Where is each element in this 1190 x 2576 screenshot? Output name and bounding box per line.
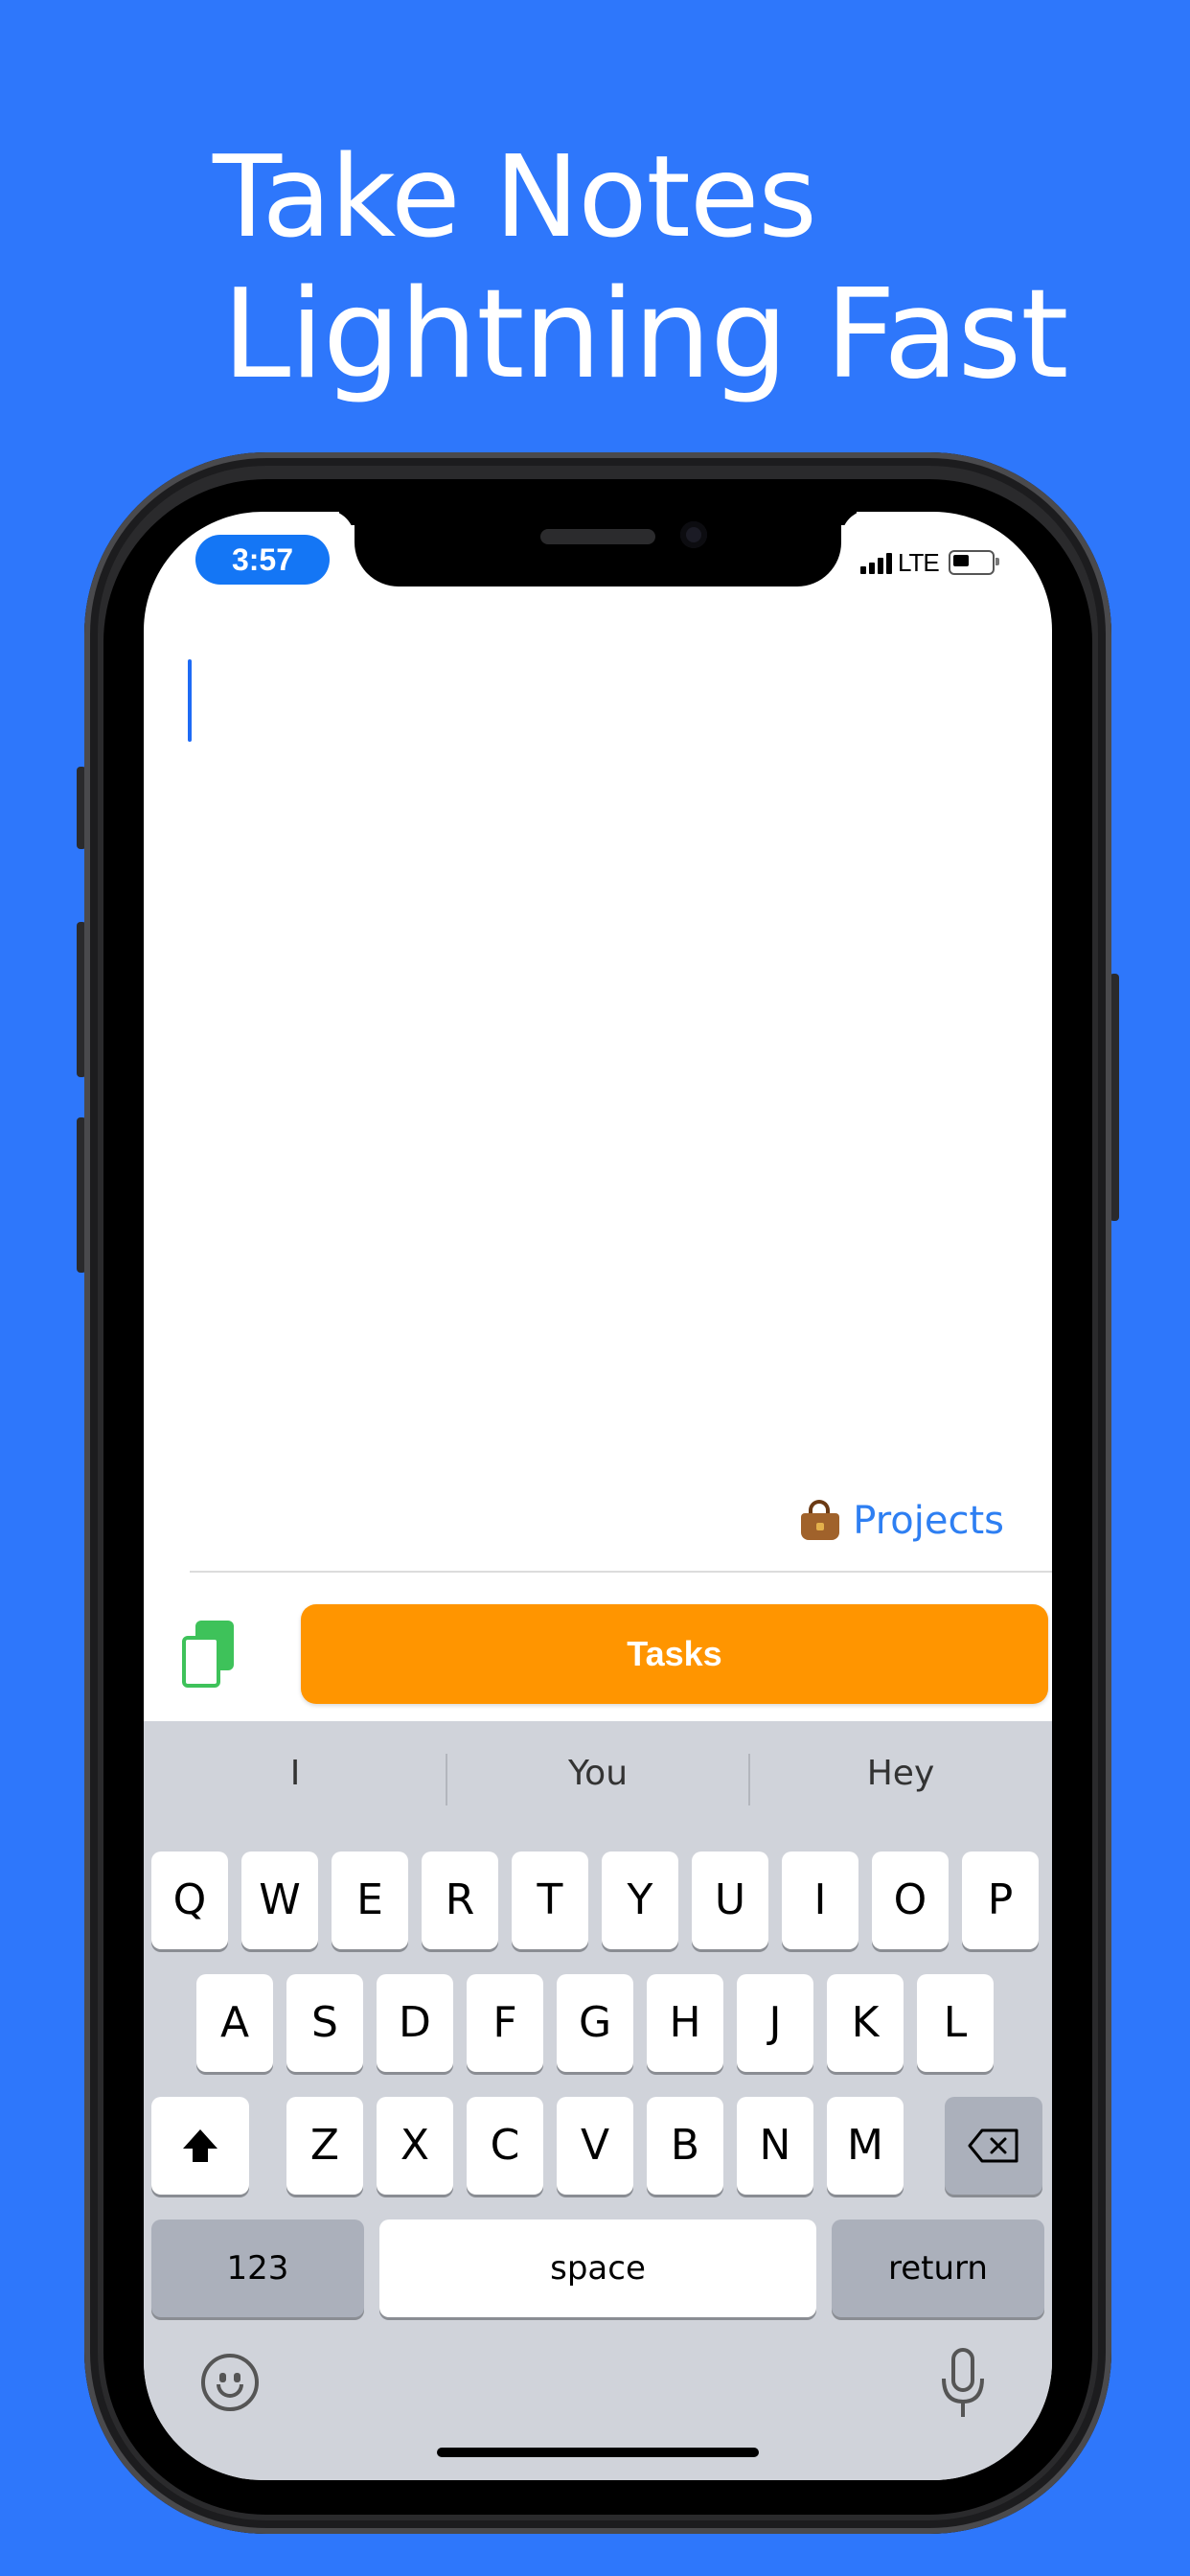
key-t[interactable]: T: [512, 1852, 588, 1949]
status-indicators: LTE: [860, 547, 999, 577]
front-camera: [680, 521, 707, 548]
key-s[interactable]: S: [286, 1974, 363, 2072]
key-h[interactable]: H: [647, 1974, 723, 2072]
emoji-icon[interactable]: [201, 2354, 259, 2411]
shift-key[interactable]: [151, 2097, 249, 2195]
key-u[interactable]: U: [692, 1852, 768, 1949]
key-z[interactable]: Z: [286, 2097, 363, 2195]
headline-line-2: Lightning Fast: [222, 264, 1068, 406]
delete-key[interactable]: [945, 2097, 1042, 2195]
keyboard: I You Hey Q W E R T Y U I O P A S D F G …: [144, 1721, 1052, 2480]
network-type: LTE: [898, 547, 940, 577]
mic-icon[interactable]: [939, 2348, 987, 2421]
text-cursor: [188, 659, 192, 742]
key-x[interactable]: X: [377, 2097, 453, 2195]
divider: [190, 1571, 1052, 1573]
return-key[interactable]: return: [832, 2220, 1044, 2317]
key-y[interactable]: Y: [602, 1852, 678, 1949]
key-b[interactable]: B: [647, 2097, 723, 2195]
projects-link[interactable]: Projects: [799, 1499, 1004, 1543]
key-g[interactable]: G: [557, 1974, 633, 2072]
delete-icon: [968, 2128, 1018, 2163]
numbers-key[interactable]: 123: [151, 2220, 364, 2317]
key-a[interactable]: A: [196, 1974, 273, 2072]
key-n[interactable]: N: [737, 2097, 813, 2195]
key-c[interactable]: C: [467, 2097, 543, 2195]
suggestion-item[interactable]: You: [446, 1750, 749, 1798]
space-key[interactable]: space: [379, 2220, 816, 2317]
key-f[interactable]: F: [467, 1974, 543, 2072]
key-l[interactable]: L: [917, 1974, 994, 2072]
projects-label: Projects: [853, 1499, 1004, 1543]
cellular-signal-icon: [860, 551, 892, 574]
key-w[interactable]: W: [241, 1852, 318, 1949]
headline-line-1: Take Notes: [213, 130, 817, 263]
note-text-area[interactable]: [144, 636, 1052, 1480]
key-p[interactable]: P: [962, 1852, 1039, 1949]
suggestion-bar: I You Hey: [144, 1721, 1052, 1832]
key-m[interactable]: M: [827, 2097, 904, 2195]
key-j[interactable]: J: [737, 1974, 813, 2072]
phone-screen: 3:57 LTE Projects Tasks I You Hey Q W E …: [144, 512, 1052, 2480]
notch: [355, 512, 841, 586]
key-q[interactable]: Q: [151, 1852, 228, 1949]
key-d[interactable]: D: [377, 1974, 453, 2072]
key-o[interactable]: O: [872, 1852, 949, 1949]
bag-icon: [799, 1500, 841, 1542]
status-time[interactable]: 3:57: [195, 535, 330, 585]
key-k[interactable]: K: [827, 1974, 904, 2072]
key-e[interactable]: E: [332, 1852, 408, 1949]
suggestion-item[interactable]: Hey: [749, 1750, 1052, 1798]
tasks-button[interactable]: Tasks: [301, 1604, 1048, 1704]
home-indicator[interactable]: [437, 2448, 759, 2457]
shift-icon: [183, 2129, 217, 2162]
speaker-grille: [540, 529, 655, 544]
key-r[interactable]: R: [422, 1852, 498, 1949]
key-i[interactable]: I: [782, 1852, 858, 1949]
suggestion-item[interactable]: I: [144, 1750, 446, 1798]
key-v[interactable]: V: [557, 2097, 633, 2195]
battery-icon: [948, 550, 999, 575]
copy-icon[interactable]: [182, 1621, 240, 1690]
